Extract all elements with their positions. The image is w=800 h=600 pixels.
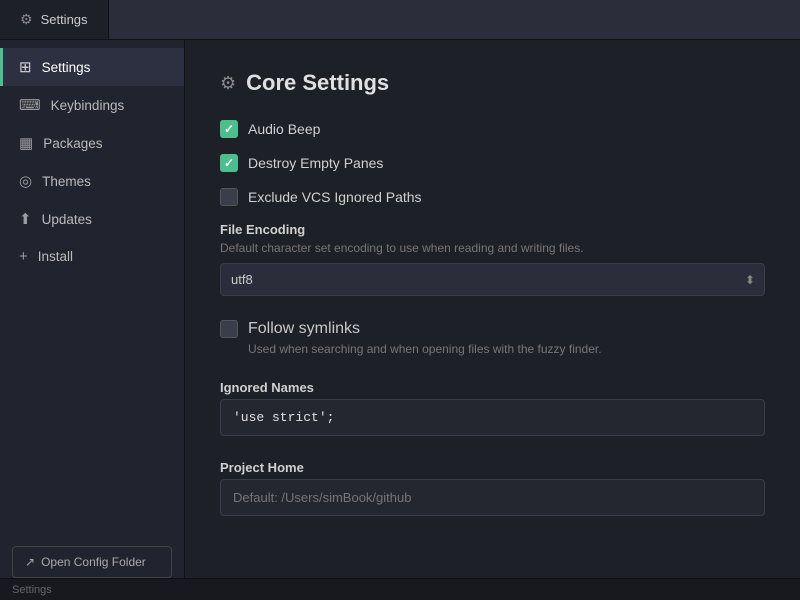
gear-icon: ⚙ (220, 73, 236, 94)
settings-icon: ⊞ (19, 58, 32, 76)
exclude-vcs-checkbox[interactable] (220, 188, 238, 206)
settings-tab-icon: ⚙ (20, 11, 33, 28)
sidebar: ⊞ Settings ⌨ Keybindings ▦ Packages ◎ Th… (0, 40, 185, 594)
sidebar-divider (0, 275, 184, 538)
exclude-vcs-item: Exclude VCS Ignored Paths (220, 188, 765, 206)
updates-icon: ⬆ (19, 210, 32, 228)
title-bar: ⚙ Settings (0, 0, 800, 40)
file-encoding-select[interactable]: utf8 utf16 ascii latin1 (220, 263, 765, 296)
destroy-empty-panes-checkbox[interactable] (220, 154, 238, 172)
install-icon: + (19, 248, 28, 265)
status-bar: Settings (0, 578, 800, 600)
file-encoding-description: Default character set encoding to use wh… (220, 241, 765, 255)
sidebar-item-install[interactable]: + Install (0, 238, 184, 275)
sidebar-item-updates[interactable]: ⬆ Updates (0, 200, 184, 238)
sidebar-item-packages-label: Packages (43, 136, 102, 151)
audio-beep-item: Audio Beep (220, 120, 765, 138)
sidebar-item-keybindings[interactable]: ⌨ Keybindings (0, 86, 184, 124)
sidebar-item-themes[interactable]: ◎ Themes (0, 162, 184, 200)
status-bar-label: Settings (12, 584, 52, 596)
sidebar-item-updates-label: Updates (42, 212, 92, 227)
section-title: Core Settings (246, 70, 389, 96)
sidebar-item-settings[interactable]: ⊞ Settings (0, 48, 184, 86)
ignored-names-group: Ignored Names (220, 380, 765, 436)
settings-tab-label: Settings (41, 12, 88, 27)
sidebar-item-keybindings-label: Keybindings (51, 98, 125, 113)
file-encoding-label: File Encoding (220, 222, 765, 237)
themes-icon: ◎ (19, 172, 32, 190)
ignored-names-label: Ignored Names (220, 380, 765, 395)
open-config-label: Open Config Folder (41, 555, 146, 569)
sidebar-item-packages[interactable]: ▦ Packages (0, 124, 184, 162)
exclude-vcs-label[interactable]: Exclude VCS Ignored Paths (248, 189, 422, 205)
keybindings-icon: ⌨ (19, 96, 41, 114)
settings-tab[interactable]: ⚙ Settings (0, 0, 109, 39)
project-home-group: Project Home (220, 460, 765, 516)
follow-symlinks-label[interactable]: Follow symlinks (248, 320, 360, 338)
follow-symlinks-item: Follow symlinks Used when searching and … (220, 320, 765, 356)
destroy-empty-panes-item: Destroy Empty Panes (220, 154, 765, 172)
file-encoding-group: File Encoding Default character set enco… (220, 222, 765, 296)
audio-beep-label[interactable]: Audio Beep (248, 121, 320, 137)
follow-symlinks-row: Follow symlinks (220, 320, 765, 338)
packages-icon: ▦ (19, 134, 33, 152)
file-encoding-select-wrapper: utf8 utf16 ascii latin1 ⬍ (220, 263, 765, 296)
open-config-icon: ↗ (25, 555, 35, 569)
content-area: ⚙ Core Settings Audio Beep Destroy Empty… (185, 40, 800, 594)
section-heading: ⚙ Core Settings (220, 70, 765, 96)
project-home-label: Project Home (220, 460, 765, 475)
follow-symlinks-description: Used when searching and when opening fil… (248, 342, 765, 356)
sidebar-item-install-label: Install (38, 249, 73, 264)
ignored-names-input[interactable] (220, 399, 765, 436)
open-config-button[interactable]: ↗ Open Config Folder (12, 546, 172, 578)
main-layout: ⊞ Settings ⌨ Keybindings ▦ Packages ◎ Th… (0, 40, 800, 594)
audio-beep-checkbox[interactable] (220, 120, 238, 138)
sidebar-item-settings-label: Settings (42, 60, 91, 75)
follow-symlinks-checkbox[interactable] (220, 320, 238, 338)
sidebar-item-themes-label: Themes (42, 174, 91, 189)
project-home-input[interactable] (220, 479, 765, 516)
destroy-empty-panes-label[interactable]: Destroy Empty Panes (248, 155, 383, 171)
